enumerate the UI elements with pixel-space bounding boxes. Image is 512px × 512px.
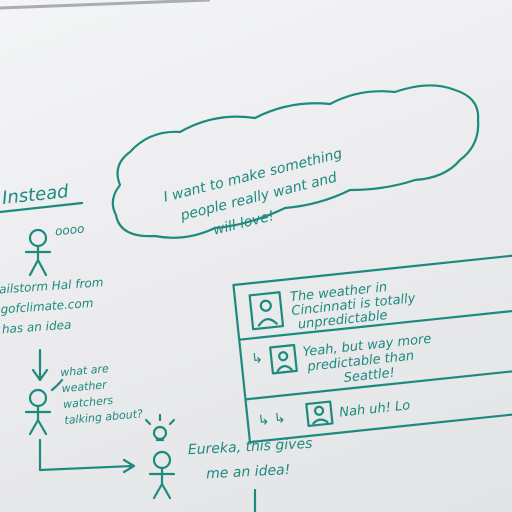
avatar-icon	[313, 405, 325, 416]
question-line-2: weather	[61, 378, 109, 395]
hal-caption-line-1: ailstorm Hal from	[0, 275, 104, 296]
stick-figure-1	[24, 228, 52, 277]
bubble-text: I want to make something people really w…	[162, 146, 344, 239]
hal-caption-line-2: gofclimate.com	[0, 296, 94, 316]
hal-caption: ailstorm Hal from gofclimate.com has an …	[0, 275, 104, 337]
post-1: The weather in Cincinnati is totally unp…	[248, 280, 416, 332]
posts-box: The weather in Cincinnati is totally unp…	[232, 253, 512, 444]
question-line-3: watchers	[63, 394, 114, 411]
stick-figure-3	[148, 450, 176, 500]
hal-caption-line-3: has an idea	[1, 318, 71, 337]
question-text: what are weather watchers talking about?	[60, 362, 144, 427]
lightbulb-icon	[144, 413, 176, 442]
reply-arrow-icon: ↳	[251, 350, 264, 367]
question-line-1: what are	[60, 362, 110, 379]
elbow-arrow	[38, 438, 136, 474]
stick-figure-2	[24, 378, 64, 436]
post-3: ↳ ↳ Nah uh! Lo	[257, 398, 411, 429]
eureka-line-2: me an idea!	[206, 462, 291, 482]
post-3-line-1: Nah uh! Lo	[339, 398, 411, 420]
whiteboard: Instead I want to make something people …	[0, 0, 512, 512]
avatar-icon	[259, 299, 272, 312]
reply-arrow-icon: ↳ ↳	[257, 410, 286, 429]
question-line-4: talking about?	[64, 407, 144, 427]
board-frame-edge	[0, 0, 211, 10]
post-2: ↳ Yeah, but way more predictable than Se…	[251, 332, 433, 386]
thought-dots: oooo	[54, 222, 85, 239]
avatar-icon	[278, 351, 289, 362]
down-arrow	[31, 348, 49, 382]
